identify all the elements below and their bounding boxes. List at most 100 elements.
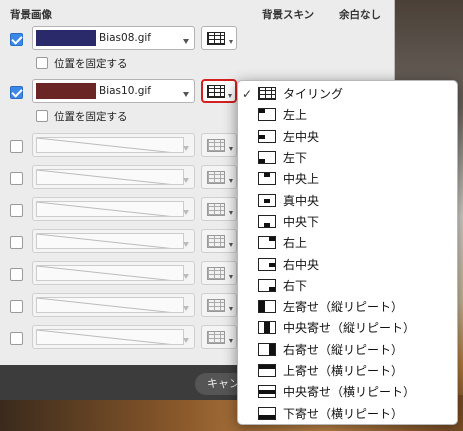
menu-item-label: 上寄せ（横リピート） <box>283 364 404 378</box>
icon-block <box>264 222 270 227</box>
row-2-image-swatch <box>36 83 96 99</box>
empty-skin-select[interactable] <box>201 293 237 317</box>
menu-item[interactable]: 中央下 <box>238 211 457 232</box>
icon-block <box>264 198 270 203</box>
menu-item[interactable]: 中央寄せ（縦リピート） <box>238 317 457 338</box>
row-2-image-select[interactable]: Bias10.gif <box>32 79 195 103</box>
icon-block <box>259 301 265 313</box>
menu-item-label: 左上 <box>283 108 308 123</box>
center-repeat-y-icon <box>258 321 276 335</box>
empty-skin-select[interactable] <box>201 165 237 189</box>
menu-item[interactable]: ✓ タイリング <box>238 83 457 104</box>
empty-image-select[interactable] <box>32 325 195 349</box>
empty-image-swatch <box>36 329 184 345</box>
top-right-icon <box>258 236 276 250</box>
row-2-skin-select[interactable] <box>201 79 237 103</box>
row-2-checkbox[interactable] <box>10 86 23 99</box>
menu-item[interactable]: 右中央 <box>238 253 457 274</box>
empty-image-select[interactable] <box>32 229 195 253</box>
row-1-skin-select[interactable] <box>201 26 237 50</box>
row-2-fix-checkbox[interactable] <box>36 110 48 122</box>
chevron-down-icon <box>229 339 233 343</box>
tile-icon <box>207 235 225 248</box>
menu-item[interactable]: 左寄せ（縦リピート） <box>238 296 457 317</box>
menu-item-label: 中央寄せ（縦リピート） <box>283 321 416 336</box>
icon-block <box>259 159 265 164</box>
empty-skin-select[interactable] <box>201 325 237 349</box>
menu-item[interactable]: 上寄せ（横リピート） <box>238 360 457 381</box>
row-1-image-name: Bias08.gif <box>99 32 152 44</box>
empty-row-checkbox[interactable] <box>10 332 23 345</box>
chevron-down-icon <box>229 179 233 183</box>
icon-block <box>269 286 275 291</box>
menu-item-label: 右下 <box>283 278 308 293</box>
empty-row-checkbox[interactable] <box>10 204 23 217</box>
chevron-down-icon <box>229 40 233 44</box>
empty-row-checkbox[interactable] <box>10 140 23 153</box>
menu-item-label: 中央下 <box>283 214 320 229</box>
empty-skin-select[interactable] <box>201 133 237 157</box>
menu-item[interactable]: 左上 <box>238 104 457 125</box>
empty-image-swatch <box>36 201 184 217</box>
menu-item[interactable]: 中央上 <box>238 168 457 189</box>
row-1-image-select[interactable]: Bias08.gif <box>32 26 195 50</box>
tile-icon <box>207 32 225 45</box>
menu-item[interactable]: 真中央 <box>238 189 457 210</box>
middle-repeat-x-icon <box>258 385 276 399</box>
icon-block <box>259 109 265 114</box>
chevron-down-icon <box>183 306 189 311</box>
tile-icon <box>258 87 276 101</box>
row-1-checkbox[interactable] <box>10 33 23 46</box>
menu-item[interactable]: 右下 <box>238 275 457 296</box>
row-1-fix-label: 位置を固定する <box>54 58 128 70</box>
empty-skin-select[interactable] <box>201 229 237 253</box>
chevron-down-icon <box>229 211 233 215</box>
menu-item-label: 中央寄せ（横リピート） <box>283 385 416 400</box>
chevron-down-icon <box>183 92 189 97</box>
icon-block <box>259 134 265 139</box>
empty-image-swatch <box>36 297 184 313</box>
row-1-image-swatch <box>36 30 96 46</box>
menu-items: ✓ タイリング左上左中央左下 中央上 真中央中央下右上右中央右下左寄せ（縦リピート） 中… <box>238 83 457 424</box>
empty-row-checkbox[interactable] <box>10 268 23 281</box>
empty-row-checkbox[interactable] <box>10 300 23 313</box>
tile-icon <box>207 203 225 216</box>
empty-image-select[interactable] <box>32 133 195 157</box>
menu-item[interactable]: 左中央 <box>238 126 457 147</box>
empty-skin-select[interactable] <box>201 197 237 221</box>
bottom-repeat-x-icon <box>258 406 276 420</box>
tile-icon <box>207 171 225 184</box>
empty-image-select[interactable] <box>32 261 195 285</box>
tile-icon <box>207 85 225 98</box>
menu-item[interactable]: 中央寄せ（横リピート） <box>238 381 457 402</box>
row-2-fix-label: 位置を固定する <box>54 111 128 123</box>
chevron-down-icon <box>229 307 233 311</box>
chevron-down-icon <box>183 274 189 279</box>
chevron-down-icon <box>229 275 233 279</box>
chevron-down-icon <box>183 210 189 215</box>
empty-row-checkbox[interactable] <box>10 236 23 249</box>
middle-left-icon <box>258 129 276 143</box>
tile-icon <box>207 299 225 312</box>
empty-image-swatch <box>36 265 184 281</box>
center-icon <box>258 193 276 207</box>
icon-block <box>269 262 275 267</box>
menu-item-label: 下寄せ（横リピート） <box>283 406 404 421</box>
empty-row-checkbox[interactable] <box>10 172 23 185</box>
menu-item-label: 左寄せ（縦リピート） <box>283 300 404 315</box>
menu-item[interactable]: 右寄せ（縦リピート） <box>238 339 457 360</box>
menu-item-label: 左中央 <box>283 129 320 144</box>
menu-item[interactable]: 右上 <box>238 232 457 253</box>
menu-item[interactable]: 下寄せ（横リピート） <box>238 402 457 423</box>
empty-skin-select[interactable] <box>201 261 237 285</box>
icon-block <box>264 322 270 334</box>
chevron-down-icon <box>183 242 189 247</box>
bottom-right-icon <box>258 278 276 292</box>
row-1-fix-checkbox[interactable] <box>36 57 48 69</box>
empty-image-select[interactable] <box>32 293 195 317</box>
menu-item[interactable]: 左下 <box>238 147 457 168</box>
empty-image-select[interactable] <box>32 165 195 189</box>
empty-image-select[interactable] <box>32 197 195 221</box>
bg-skin-header: 背景スキン <box>262 9 315 21</box>
menu-item-label: 右上 <box>283 236 308 251</box>
